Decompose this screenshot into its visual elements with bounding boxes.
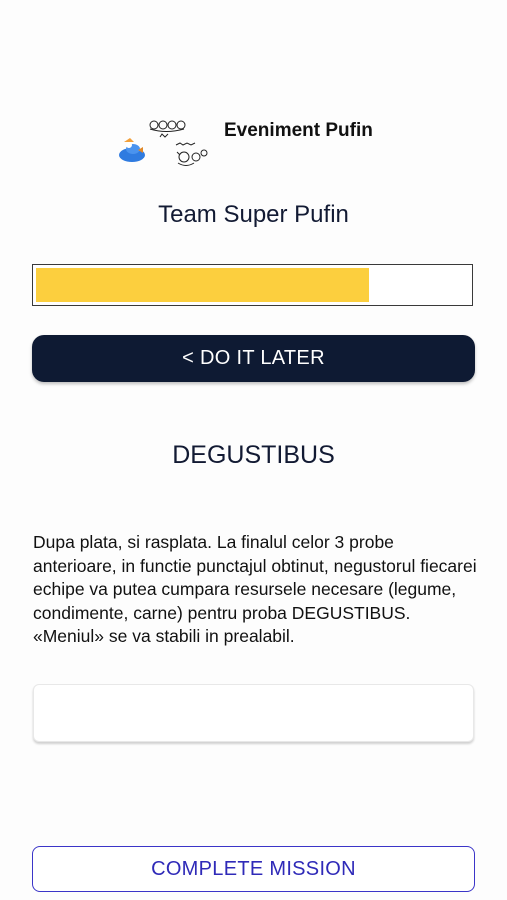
team-name: Team Super Pufin <box>158 201 349 228</box>
mission-progress-bar <box>32 264 473 306</box>
progress-fill <box>36 268 369 302</box>
do-it-later-button[interactable]: < DO IT LATER <box>32 335 475 382</box>
pufin-event-logo-icon <box>119 120 208 166</box>
answer-input[interactable] <box>33 684 474 742</box>
event-header: Eveniment Pufin <box>112 112 412 172</box>
complete-mission-button[interactable]: COMPLETE MISSION <box>32 846 475 892</box>
mission-description: Dupa plata, si rasplata. La finalul celo… <box>33 532 477 646</box>
mission-title: DEGUSTIBUS <box>172 441 335 469</box>
event-title: Eveniment Pufin <box>224 120 373 141</box>
